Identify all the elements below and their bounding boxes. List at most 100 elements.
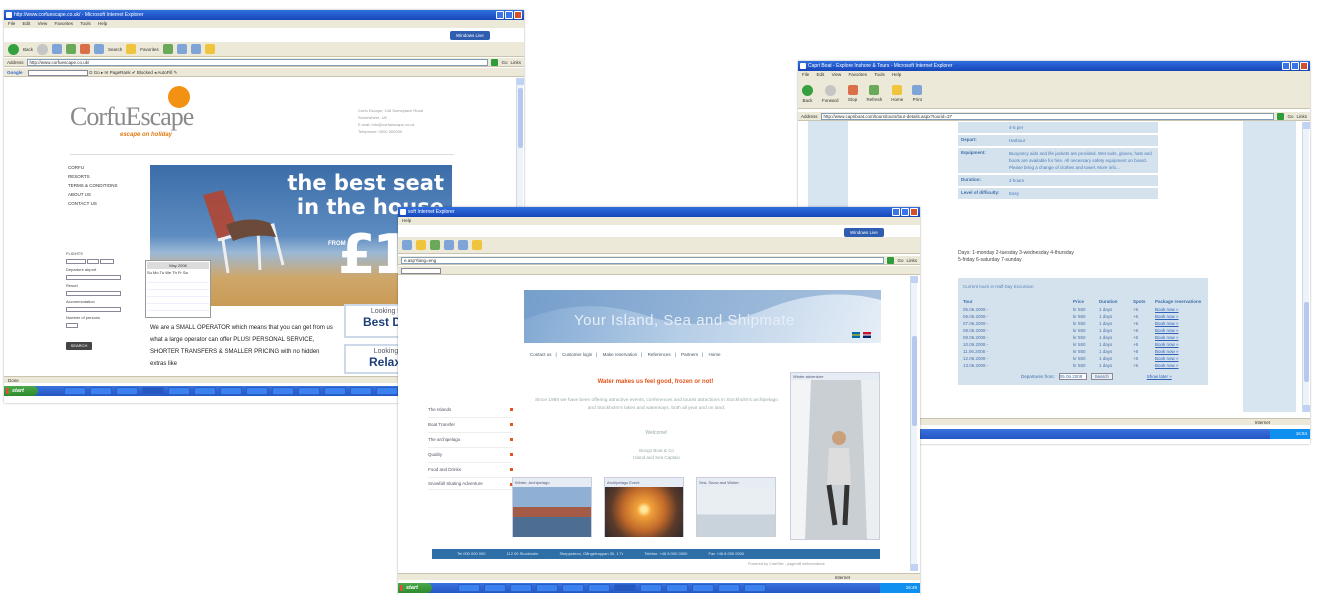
system-tray[interactable]: 16:54 [1270,429,1310,439]
taskbar-item[interactable] [272,387,294,395]
stop-label[interactable]: Stop [848,97,858,102]
side-link[interactable]: The archipelago [428,433,513,448]
window-titlebar[interactable]: http://www.corfuescape.co.uk/ - Microsof… [4,10,524,20]
book-now-link[interactable]: Book now » [1155,342,1203,347]
vertical-scrollbar[interactable] [1302,122,1310,412]
year-select[interactable] [100,259,115,265]
taskbar-item[interactable] [350,387,372,395]
scroll-up-icon[interactable] [517,78,524,85]
taskbar-item[interactable] [744,584,766,592]
browser-window-stockholm[interactable]: soft Internet Explorer Help Windows Live… [398,207,920,595]
home-icon[interactable] [80,44,91,54]
taskbar-item[interactable] [692,584,714,592]
book-now-link[interactable]: Book now » [1155,335,1203,340]
start-button[interactable]: start [4,386,38,396]
menu-help[interactable]: Help [98,21,107,26]
refresh-label[interactable]: Refresh [867,97,883,102]
book-now-link[interactable]: Book now » [1155,314,1203,319]
refresh-icon[interactable] [869,85,880,95]
nav-references[interactable]: References [648,352,671,357]
book-now-link[interactable]: Book now » [1155,307,1203,312]
windows-live-button[interactable]: Windows Live [450,31,490,40]
stop-button[interactable]: Stop [847,85,858,102]
taskbar-item[interactable] [246,387,268,395]
nav-partners[interactable]: Partners [681,352,698,357]
taskbar-item[interactable] [116,387,138,395]
calendar-header[interactable]: May 2008 [147,262,209,269]
windows-live-button[interactable]: Windows Live [844,228,884,237]
window-controls[interactable] [496,11,522,19]
start-button[interactable]: start [398,583,432,593]
taskbar-item[interactable] [376,387,398,395]
menu-edit[interactable]: Edit [817,72,825,77]
nav-resorts[interactable]: RESORTS [68,172,118,181]
taskbar-item[interactable] [194,387,216,395]
google-toolbar-items[interactable]: G Go ▸ ✉ PageRank ✔ Blocked ◂ AutoFill ✎ [89,70,177,75]
forward-button[interactable]: Forward [822,84,839,103]
side-link[interactable]: Quality [428,448,513,463]
go-icon[interactable] [887,256,895,264]
google-search-input[interactable] [27,69,88,76]
back-label[interactable]: Back [23,47,33,52]
go-button[interactable]: Go [501,60,507,65]
print-icon[interactable] [912,85,923,95]
stop-icon[interactable] [847,85,858,95]
refresh-button[interactable]: Refresh [867,85,883,102]
folder-icon[interactable] [472,240,482,250]
taskbar-item[interactable] [562,584,584,592]
go-button[interactable]: Go [897,258,903,263]
maximize-icon[interactable] [901,208,909,216]
month-select[interactable] [66,259,86,265]
taskbar-item[interactable] [142,387,164,395]
thumbnail-card[interactable]: Sea, Snow and Winter [696,477,776,537]
taskbar-item[interactable] [640,584,662,592]
book-now-link[interactable]: Book now » [1155,356,1203,361]
book-now-link[interactable]: Book now » [1155,349,1203,354]
scroll-down-icon[interactable] [911,564,918,571]
folder-icon[interactable] [204,44,215,54]
detail-value[interactable]: Buoyancy aids and life jackets are provi… [1006,148,1158,173]
close-icon[interactable] [1300,62,1308,70]
back-icon[interactable] [8,43,19,55]
print-icon[interactable] [190,44,201,54]
book-now-link[interactable]: Book now » [1155,328,1203,333]
print-label[interactable]: Print [912,97,922,102]
book-now-link[interactable]: Book now » [1155,321,1203,326]
home-icon[interactable] [892,85,903,95]
maximize-icon[interactable] [1291,62,1299,70]
taskbar-item[interactable] [536,584,558,592]
google-toolbar[interactable]: Google G Go ▸ ✉ PageRank ✔ Blocked ◂ Aut… [4,68,524,77]
close-icon[interactable] [514,11,522,19]
departure-select[interactable] [66,275,121,281]
taskbar-item[interactable] [614,584,636,592]
nav-about[interactable]: ABOUT US [68,190,118,199]
thumbnail-card[interactable]: Winter, Archipelago [512,477,592,537]
nav-contact[interactable]: Contact us [530,352,552,357]
minimize-icon[interactable] [496,11,504,19]
media-icon[interactable] [162,44,173,54]
nav-contact[interactable]: CONTACT US [68,199,118,208]
back-label[interactable]: Back [802,98,813,103]
taskbar-item[interactable] [510,584,532,592]
minimize-icon[interactable] [1282,62,1290,70]
side-link[interactable]: Food and Drinks [428,463,513,478]
menu-favorites[interactable]: Favorites [849,72,868,77]
system-tray[interactable]: 16:49 [880,583,920,593]
back-icon[interactable] [802,84,813,96]
go-icon[interactable] [491,58,499,66]
search-icon[interactable] [402,240,412,250]
book-now-link[interactable]: Book now » [1155,363,1203,368]
nav-corfu[interactable]: CORFU [68,163,118,172]
google-toolbar[interactable] [398,266,920,275]
favorites-label[interactable]: Favorites [140,47,159,52]
taskbar-item[interactable] [64,387,86,395]
window-controls[interactable] [892,208,918,216]
back-button[interactable]: Back [802,84,813,103]
mail-icon[interactable] [176,44,187,54]
close-icon[interactable] [910,208,918,216]
print-icon[interactable] [458,240,468,250]
corfu-logo[interactable]: CorfuEscape [70,102,194,132]
forward-icon[interactable] [37,43,49,55]
show-later-link[interactable]: Show later » [1147,374,1172,379]
favorites-icon[interactable] [416,240,426,250]
